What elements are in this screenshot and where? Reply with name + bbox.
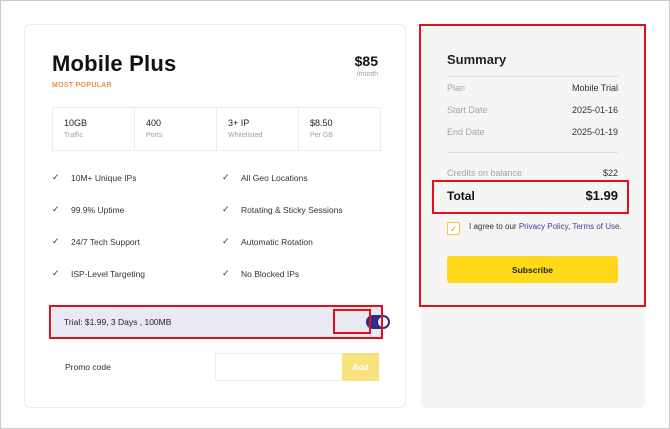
- check-icon: ✓: [222, 236, 230, 246]
- stat-value: 3+ IP: [228, 118, 250, 128]
- total-value: $1.99: [585, 188, 618, 203]
- plan-title: Mobile Plus: [52, 51, 177, 76]
- feature-label: No Blocked IPs: [241, 268, 300, 279]
- summary-value: 2025-01-19: [571, 127, 618, 137]
- summary-key: Start Date: [447, 105, 488, 115]
- credits-label: Credits on balance: [447, 168, 523, 178]
- credits-value: $22: [602, 168, 618, 178]
- check-icon: ✓: [222, 172, 230, 182]
- divider: [447, 76, 618, 77]
- subscribe-button[interactable]: Subscribe: [447, 256, 618, 283]
- toggle-knob: [378, 317, 388, 327]
- trial-option: Trial: $1.99, 3 Days , 100MB: [52, 307, 390, 337]
- trial-toggle[interactable]: [366, 315, 390, 329]
- feature-label: 24/7 Tech Support: [71, 236, 140, 247]
- stat-ports: 400 Ports: [135, 108, 217, 150]
- feature-item: ✓ 24/7 Tech Support: [52, 236, 140, 247]
- stat-label: Per GB: [310, 132, 333, 139]
- most-popular-badge: MOST POPULAR: [52, 82, 112, 89]
- summary-key: End Date: [447, 127, 485, 137]
- summary-row-end-date: End Date 2025-01-19: [447, 127, 618, 137]
- stat-value: 400: [146, 118, 162, 128]
- feature-item: ✓ Automatic Rotation: [222, 236, 313, 247]
- trial-label: Trial: $1.99, 3 Days , 100MB: [64, 317, 172, 327]
- promo-input[interactable]: [215, 353, 342, 381]
- stat-value: $8.50: [310, 118, 333, 128]
- feature-item: ✓ All Geo Locations: [222, 172, 308, 183]
- feature-item: ✓ 99.9% Uptime: [52, 204, 124, 215]
- stat-value: 10GB: [64, 118, 88, 128]
- agree-prefix: I agree to our: [469, 222, 519, 231]
- summary-row-start-date: Start Date 2025-01-16: [447, 105, 618, 115]
- check-icon: ✓: [222, 204, 230, 214]
- plan-card: Mobile Plus MOST POPULAR $85 /month 10GB…: [24, 24, 406, 408]
- promo-label: Promo code: [65, 362, 111, 372]
- feature-item: ✓ No Blocked IPs: [222, 268, 299, 279]
- total-row: Total $1.99: [447, 188, 618, 203]
- summary-title: Summary: [447, 52, 507, 67]
- agree-text: I agree to our Privacy Policy, Terms of …: [469, 220, 622, 235]
- plan-price: $85: [354, 53, 378, 69]
- feature-item: ✓ ISP-Level Targeting: [52, 268, 145, 279]
- check-icon: ✓: [52, 236, 60, 246]
- summary-row-plan: Plan Mobile Trial: [447, 83, 618, 93]
- summary-panel: Summary Plan Mobile Trial Start Date 202…: [421, 24, 645, 408]
- check-icon: ✓: [52, 268, 60, 278]
- feature-item: ✓ Rotating & Sticky Sessions: [222, 204, 343, 215]
- summary-key: Plan: [447, 83, 466, 93]
- divider: [447, 152, 618, 153]
- feature-label: Rotating & Sticky Sessions: [241, 204, 343, 215]
- promo-add-button[interactable]: Add: [342, 353, 379, 381]
- agree-checkbox[interactable]: ✓: [447, 222, 460, 235]
- check-icon: ✓: [52, 204, 60, 214]
- total-label: Total: [447, 188, 475, 203]
- stat-whitelisted: 3+ IP Whitelisted: [217, 108, 299, 150]
- stat-label: Ports: [146, 132, 163, 139]
- agree-suffix: .: [619, 222, 622, 231]
- plan-stats: 10GB Traffic 400 Ports 3+ IP Whitelisted…: [52, 107, 381, 151]
- feature-label: 99.9% Uptime: [71, 204, 125, 215]
- feature-label: Automatic Rotation: [241, 236, 313, 247]
- summary-value: 2025-01-16: [571, 105, 618, 115]
- terms-of-use-link[interactable]: Terms of Use: [572, 222, 619, 231]
- feature-item: ✓ 10M+ Unique IPs: [52, 172, 136, 183]
- price-period: /month: [356, 71, 378, 78]
- privacy-policy-link[interactable]: Privacy Policy: [519, 222, 568, 231]
- stat-per-gb: $8.50 Per GB: [299, 108, 380, 150]
- feature-label: ISP-Level Targeting: [71, 268, 146, 279]
- terms-agreement: ✓ I agree to our Privacy Policy, Terms o…: [447, 220, 627, 235]
- check-icon: ✓: [52, 172, 60, 182]
- summary-row-credits: Credits on balance $22: [447, 168, 618, 178]
- stat-label: Traffic: [64, 132, 84, 139]
- summary-value: Mobile Trial: [571, 83, 618, 93]
- stat-traffic: 10GB Traffic: [53, 108, 135, 150]
- feature-label: All Geo Locations: [241, 172, 308, 183]
- check-icon: ✓: [222, 268, 230, 278]
- feature-label: 10M+ Unique IPs: [71, 172, 137, 183]
- stat-label: Whitelisted: [228, 132, 263, 139]
